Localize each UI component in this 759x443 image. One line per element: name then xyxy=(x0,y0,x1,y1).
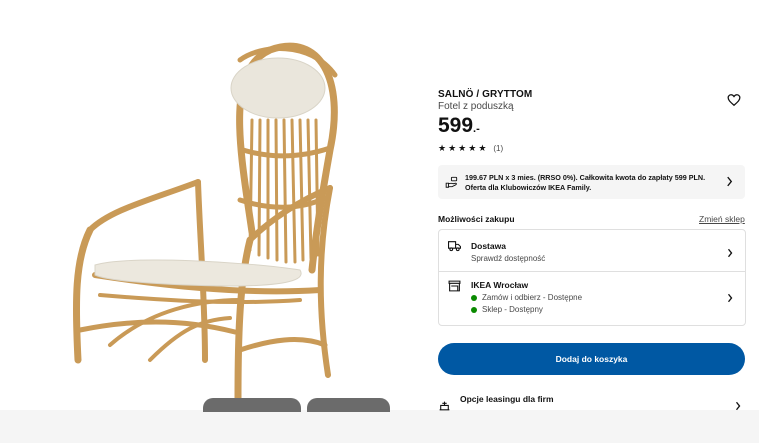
purchase-options-box: Dostawa Sprawdź dostępność IKEA Wrocław … xyxy=(438,229,746,326)
add-to-cart-button[interactable]: Dodaj do koszyka xyxy=(438,343,745,375)
store-option[interactable]: IKEA Wrocław Zamów i odbierz - Dostępne … xyxy=(439,272,745,325)
instore-status-text: Sklep - Dostępny xyxy=(482,305,543,314)
price-main: 599 xyxy=(438,114,474,137)
availability-dot xyxy=(471,306,477,313)
star-icon: ★ xyxy=(478,143,487,153)
product-rating[interactable]: ★ ★ ★ ★ ★ (1) xyxy=(438,143,503,153)
bottom-bar xyxy=(0,410,759,443)
availability-dot xyxy=(471,294,477,301)
rating-count: (1) xyxy=(493,143,504,153)
truck-icon xyxy=(448,241,461,252)
change-store-link[interactable]: Zmień sklep xyxy=(699,214,745,224)
product-name: SALNÖ / GRYTTOM xyxy=(438,89,533,100)
delivery-option[interactable]: Dostawa Sprawdź dostępność xyxy=(439,230,745,271)
heart-icon[interactable] xyxy=(727,93,741,107)
store-title: IKEA Wrocław xyxy=(471,280,529,290)
rattan-armchair-illustration xyxy=(72,42,338,402)
product-subtitle: Fotel z poduszką xyxy=(438,101,514,112)
store-availability-instore: Sklep - Dostępny xyxy=(471,305,543,314)
pickup-status-text: Zamów i odbierz - Dostępne xyxy=(482,293,583,302)
star-icon: ★ xyxy=(448,143,457,153)
image-view-button[interactable] xyxy=(307,398,390,412)
chevron-right-icon xyxy=(727,176,733,187)
store-availability-pickup: Zamów i odbierz - Dostępne xyxy=(471,293,582,302)
star-icon: ★ xyxy=(458,143,467,153)
chevron-right-icon[interactable] xyxy=(735,401,741,411)
leasing-options-title[interactable]: Opcje leasingu dla firm xyxy=(460,394,554,404)
price-decimal: .- xyxy=(473,123,480,135)
purchase-options-title: Możliwości zakupu xyxy=(438,214,515,224)
chevron-right-icon xyxy=(727,293,733,303)
image-gallery-button[interactable] xyxy=(203,398,301,412)
product-image[interactable] xyxy=(0,0,420,410)
star-icon: ★ xyxy=(438,143,447,153)
product-price: 599.- xyxy=(438,114,480,138)
store-icon xyxy=(448,280,461,292)
star-icon: ★ xyxy=(468,143,477,153)
delivery-subtitle: Sprawdź dostępność xyxy=(471,254,546,263)
hand-payment-icon xyxy=(445,176,458,188)
installment-text: 199.67 PLN x 3 mies. (RRSO 0%). Całkowit… xyxy=(465,173,706,192)
installment-banner[interactable]: 199.67 PLN x 3 mies. (RRSO 0%). Całkowit… xyxy=(438,165,745,199)
chevron-right-icon xyxy=(727,248,733,258)
delivery-title: Dostawa xyxy=(471,241,506,251)
leasing-icon xyxy=(439,401,450,411)
